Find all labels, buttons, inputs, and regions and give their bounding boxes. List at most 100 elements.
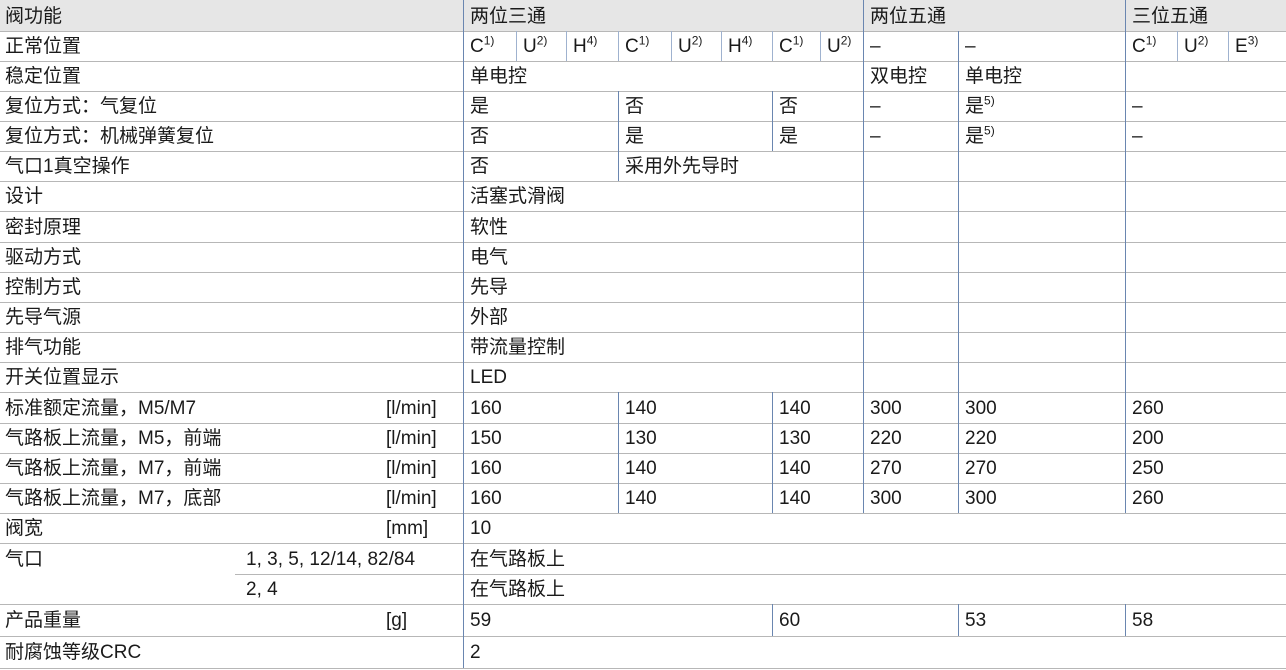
value-cell: 270 — [870, 458, 902, 480]
value-cell: 140 — [625, 458, 657, 480]
value-cell: C1) — [1132, 35, 1156, 58]
value-cell: 两位三通 — [470, 6, 546, 28]
value-cell: 220 — [870, 428, 902, 450]
cell-text: 是 — [965, 96, 985, 117]
value-cell: H4) — [573, 35, 597, 58]
cell-text: 在气路板上 — [470, 579, 566, 600]
value-cell: U2) — [1184, 35, 1208, 58]
value-cell: U2) — [827, 35, 851, 58]
value-cell: 250 — [1132, 458, 1164, 480]
row-label: 稳定位置 — [5, 66, 82, 87]
row-sublabel: 2, 4 — [246, 579, 278, 600]
column-divider — [1125, 604, 1126, 636]
column-divider — [772, 31, 773, 61]
column-divider — [1228, 31, 1229, 61]
cell-text: 10 — [470, 518, 492, 539]
table-row — [0, 61, 1286, 91]
value-cell: 160 — [470, 458, 502, 480]
value-cell: 否 — [470, 156, 489, 178]
cell-text: 260 — [1132, 398, 1164, 419]
value-cell: 300 — [870, 488, 902, 510]
value-cell: 采用外先导时 — [625, 156, 739, 178]
value-cell: 否 — [625, 96, 644, 118]
footnote-marker: 1) — [638, 33, 650, 48]
row-label: 产品重量 — [5, 610, 82, 631]
row-label: 耐腐蚀等级CRC — [5, 642, 142, 663]
cell-text: C — [625, 36, 639, 57]
cell-text: H — [728, 36, 742, 57]
value-cell: 先导 — [470, 277, 508, 299]
row-label: 设计 — [5, 186, 44, 207]
cell-text: 60 — [779, 610, 801, 631]
value-cell: 59 — [470, 610, 491, 632]
row-unit: [l/min] — [386, 458, 437, 479]
row-label: 阀宽 — [5, 518, 44, 539]
table-row — [0, 636, 1286, 668]
value-cell: 在气路板上 — [470, 549, 565, 571]
value-cell: – — [870, 96, 881, 118]
cell-text: 300 — [870, 398, 902, 419]
value-cell: 140 — [625, 398, 657, 420]
row-label: 复位方式：气复位 — [5, 96, 158, 117]
row-unit: [l/min] — [386, 398, 437, 419]
row-divider — [0, 668, 1286, 669]
row-label: 驱动方式 — [5, 247, 82, 268]
column-divider — [463, 0, 464, 668]
value-cell: 270 — [965, 458, 997, 480]
footnote-marker: 3) — [1247, 33, 1259, 48]
cell-text: 采用外先导时 — [625, 156, 740, 177]
value-cell: 300 — [870, 398, 902, 420]
value-cell: 53 — [965, 610, 986, 632]
cell-text: 59 — [470, 610, 492, 631]
table-row — [0, 181, 1286, 211]
row-label: 排气功能 — [5, 337, 82, 358]
header-row — [0, 0, 1286, 31]
value-cell: 是 — [625, 126, 644, 148]
value-cell: 2 — [470, 642, 481, 664]
cell-text: C — [779, 36, 793, 57]
column-divider — [863, 0, 864, 513]
table-row — [0, 574, 1286, 604]
cell-text: U — [523, 36, 537, 57]
cell-text: U — [678, 36, 692, 57]
cell-text: 160 — [470, 458, 502, 479]
value-cell: 软性 — [470, 217, 508, 239]
value-cell: U2) — [678, 35, 702, 58]
cell-text: 270 — [870, 458, 902, 479]
value-cell: 是5) — [965, 95, 995, 118]
value-cell: 300 — [965, 398, 997, 420]
cell-text: – — [1132, 96, 1143, 117]
cell-text: 三位五通 — [1132, 6, 1209, 27]
cell-text: 150 — [470, 428, 502, 449]
value-cell: 是 — [779, 126, 798, 148]
column-divider — [618, 31, 619, 61]
cell-text: – — [870, 96, 881, 117]
column-divider — [772, 604, 773, 636]
value-cell: 两位五通 — [870, 6, 946, 28]
cell-text: H — [573, 36, 587, 57]
cell-text: 200 — [1132, 428, 1164, 449]
value-cell: 150 — [470, 428, 502, 450]
row-label: 复位方式：机械弹簧复位 — [5, 126, 215, 147]
value-cell: 220 — [965, 428, 997, 450]
value-cell: – — [870, 36, 881, 58]
row-label: 标准额定流量，M5/M7 — [5, 398, 197, 419]
cell-text: LED — [470, 367, 507, 388]
cell-text: 否 — [625, 96, 645, 117]
table-row — [0, 272, 1286, 302]
cell-text: 在气路板上 — [470, 549, 566, 570]
value-cell: 58 — [1132, 610, 1153, 632]
column-divider — [820, 31, 821, 61]
valve-spec-table: 阀功能 两位三通 两位五通 三位五通 正常位置 C1) U2) H4) C1) U2) H4) C1)… — [0, 0, 1286, 670]
value-cell: – — [1132, 96, 1143, 118]
row-label: 先导气源 — [5, 307, 82, 328]
table-row — [0, 543, 1286, 574]
value-cell: – — [870, 126, 881, 148]
value-cell: 双电控 — [870, 66, 927, 88]
cell-text: 带流量控制 — [470, 337, 566, 358]
cell-text: 300 — [965, 398, 997, 419]
cell-text: 否 — [470, 126, 490, 147]
table-row — [0, 362, 1286, 392]
row-unit: [mm] — [386, 518, 429, 539]
row-label: 气路板上流量，M7，前端 — [5, 458, 222, 479]
